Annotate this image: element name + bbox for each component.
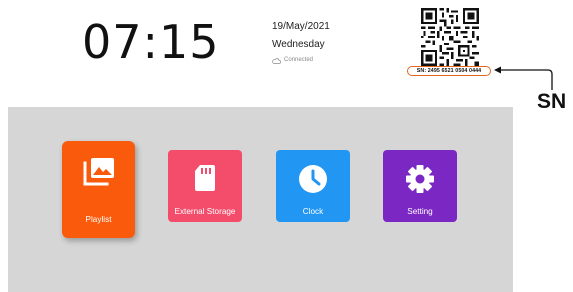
gear-icon (406, 165, 434, 193)
external-storage-tile[interactable]: External Storage (168, 150, 242, 222)
clock-tile[interactable]: Clock (276, 150, 350, 222)
connection-status: Connected (272, 56, 330, 65)
setting-label: Setting (407, 207, 433, 216)
current-time: 07:15 (82, 15, 220, 69)
clock-icon (299, 165, 327, 193)
annotation-label: SN (537, 90, 567, 113)
date-block: 19/May/2021 Wednesday Connected (272, 20, 330, 65)
cloud-icon (272, 57, 281, 64)
connection-status-text: Connected (284, 57, 314, 63)
gallery-icon (83, 158, 114, 186)
external-storage-label: External Storage (174, 207, 236, 216)
playlist-label: Playlist (85, 215, 112, 224)
current-date: 19/May/2021 (272, 21, 330, 32)
serial-number-text: SN: 2495 6521 0504 0444 (416, 68, 482, 74)
setting-tile[interactable]: Setting (383, 150, 457, 222)
qr-code-icon (421, 8, 479, 66)
playlist-tile[interactable]: Playlist (62, 141, 135, 238)
current-weekday: Wednesday (272, 39, 325, 50)
sd-card-icon (195, 165, 215, 191)
clock-label: Clock (302, 207, 324, 216)
serial-number-badge: SN: 2495 6521 0504 0444 (407, 66, 491, 76)
app-launcher-panel: Playlist External Storage Clock Setting (8, 107, 513, 292)
